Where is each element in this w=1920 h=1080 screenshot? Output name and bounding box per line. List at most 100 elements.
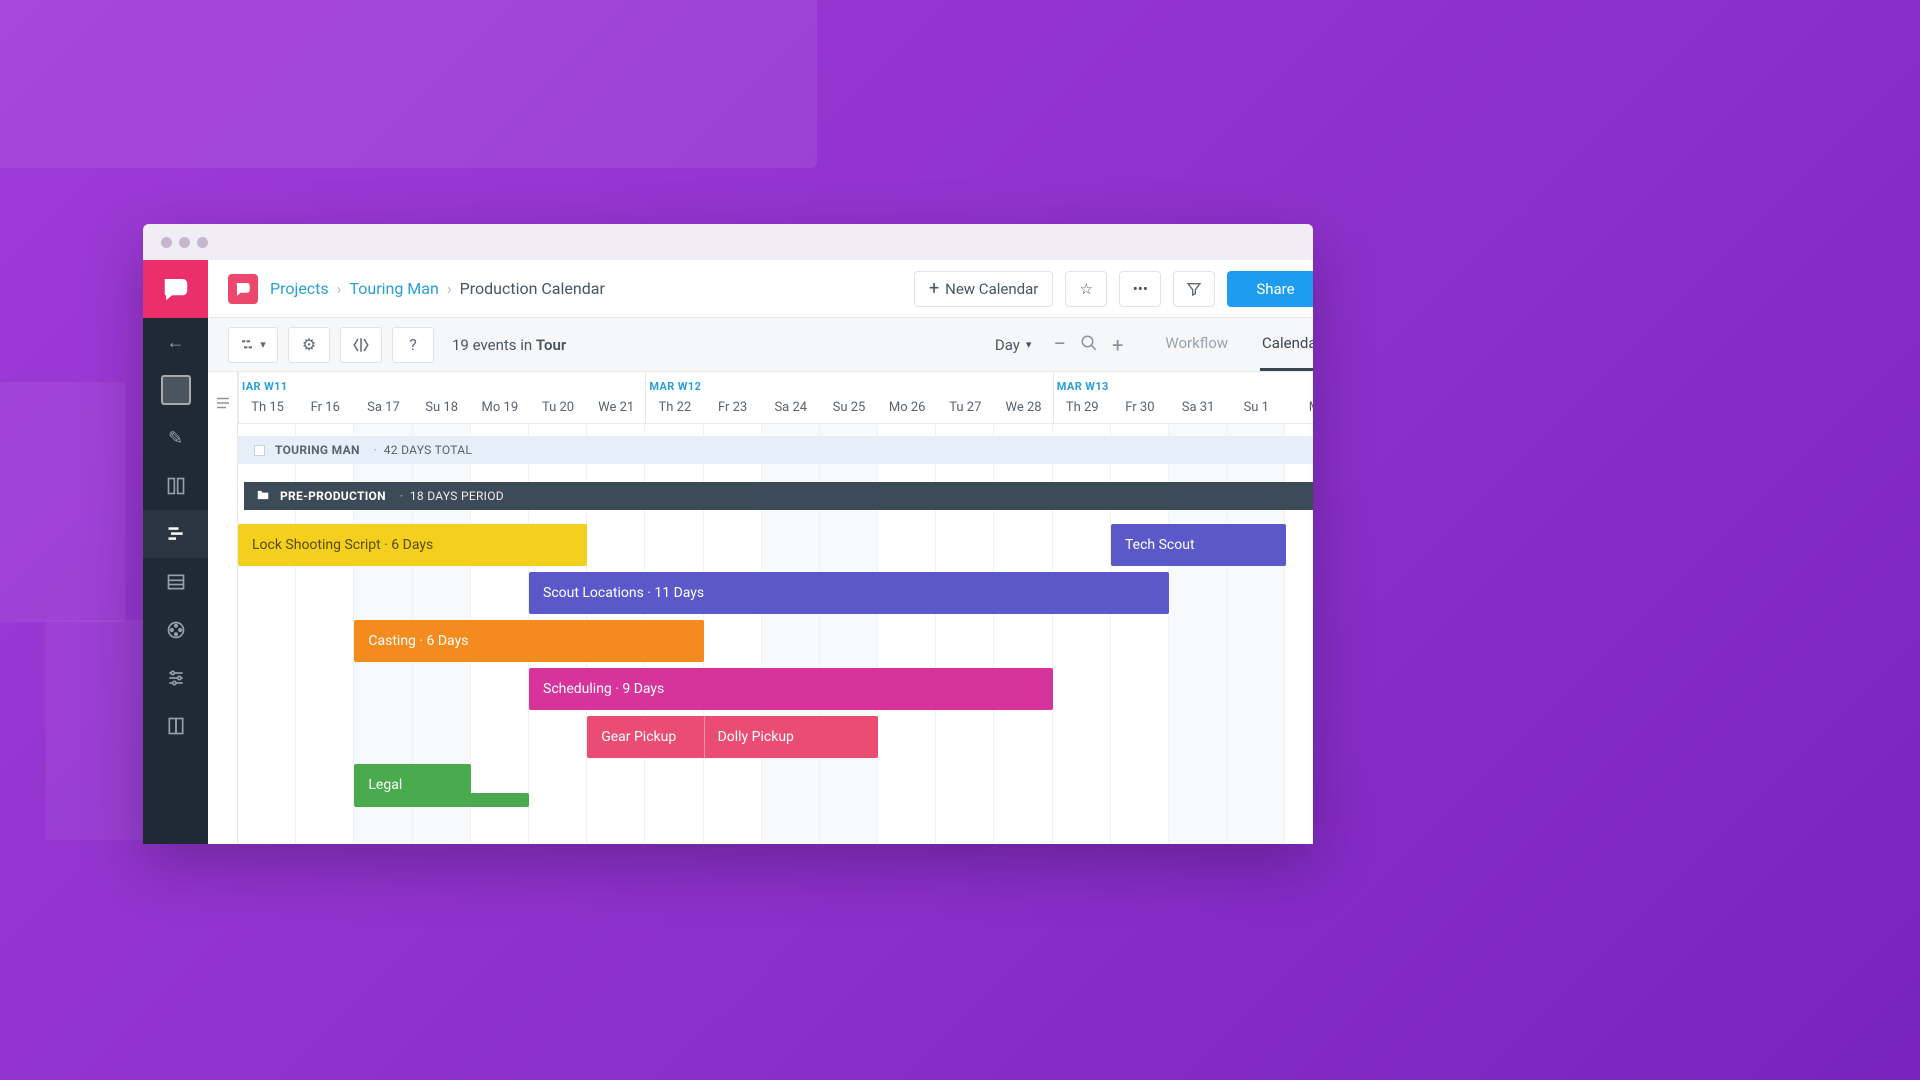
day-column[interactable]: Tu 20 — [529, 372, 587, 423]
project-summary-bar[interactable]: TOURING MAN · 42 DAYS TOTAL — [238, 436, 1313, 464]
event-label-secondary: Dolly Pickup — [718, 729, 794, 745]
hierarchy-icon — [240, 337, 256, 353]
filter-icon — [1186, 281, 1202, 297]
day-column[interactable]: M — [1285, 372, 1313, 423]
nav-edit-icon[interactable]: ✎ — [143, 414, 208, 462]
gantt-area[interactable]: TOURING MAN · 42 DAYS TOTAL PRE-PRODUCTI… — [238, 424, 1313, 844]
window-titlebar — [143, 224, 1313, 260]
window-zoom-dot[interactable] — [197, 237, 208, 248]
help-button[interactable]: ? — [392, 327, 434, 363]
event-bar[interactable]: Lock Shooting Script · 6 Days — [238, 524, 587, 566]
settings-button[interactable]: ⚙ — [288, 327, 330, 363]
hierarchy-button[interactable]: ▾ — [228, 327, 278, 363]
mini-brand-icon[interactable] — [228, 274, 258, 304]
day-column[interactable]: Sa 31 — [1169, 372, 1227, 423]
week-label: MAR W12 — [649, 380, 701, 393]
brand-logo[interactable] — [143, 260, 208, 318]
tab-workflow[interactable]: Workflow — [1163, 318, 1230, 371]
window-close-dot[interactable] — [161, 237, 172, 248]
share-button[interactable]: Share — [1227, 271, 1313, 307]
new-calendar-button[interactable]: + New Calendar — [914, 271, 1053, 307]
day-column[interactable]: Fr 16 — [296, 372, 354, 423]
view-tabs: Workflow Calendar — [1163, 318, 1313, 371]
collapse-icon — [352, 336, 370, 354]
app-content: ← ✎ — [143, 260, 1313, 844]
day-column[interactable]: Fr 30 — [1111, 372, 1169, 423]
bg-decoration-3 — [45, 620, 145, 840]
bg-decoration-1 — [0, 0, 817, 168]
zoom-in-button[interactable]: + — [1112, 333, 1123, 357]
scale-label: Day — [995, 336, 1020, 354]
zoom-out-button[interactable]: − — [1053, 332, 1066, 357]
timeline: Th 15Fr 16Sa 17Su 18Mo 19Tu 20We 21Th 22… — [208, 372, 1313, 844]
breadcrumb-root[interactable]: Projects — [270, 279, 329, 298]
event-bar[interactable]: Tech Scout — [1111, 524, 1286, 566]
nav-list-icon[interactable] — [143, 558, 208, 606]
event-split-divider — [704, 716, 705, 758]
events-count: 19 events in Tour — [452, 336, 566, 354]
nav-sliders-icon[interactable] — [143, 654, 208, 702]
breadcrumb-current: Production Calendar — [460, 279, 605, 298]
nav-boards-icon[interactable] — [143, 462, 208, 510]
magnifier-icon — [1080, 334, 1098, 352]
phase-title: PRE-PRODUCTION — [280, 489, 386, 503]
day-column[interactable]: Su 18 — [413, 372, 471, 423]
filter-button[interactable] — [1173, 271, 1215, 307]
help-icon: ? — [409, 335, 417, 354]
nav-project-thumb[interactable] — [143, 366, 208, 414]
day-column[interactable]: Sa 17 — [354, 372, 412, 423]
day-column[interactable]: Fr 23 — [704, 372, 762, 423]
gear-icon: ⚙ — [302, 335, 316, 354]
zoom-reset-button[interactable] — [1080, 334, 1098, 356]
phase-bar[interactable]: PRE-PRODUCTION · 18 DAYS PERIOD — [244, 482, 1313, 510]
chevron-down-icon: ▾ — [1026, 338, 1032, 351]
checkbox-icon[interactable] — [254, 445, 265, 456]
event-bar[interactable]: Scheduling · 9 Days — [529, 668, 1053, 710]
more-icon: ••• — [1133, 280, 1148, 298]
new-calendar-label: New Calendar — [945, 280, 1038, 298]
chevron-right-icon: › — [447, 279, 452, 298]
day-column[interactable]: We 21 — [587, 372, 645, 423]
collapse-button[interactable] — [340, 327, 382, 363]
timeline-body: Th 15Fr 16Sa 17Su 18Mo 19Tu 20We 21Th 22… — [238, 372, 1313, 844]
timeline-side-toggle[interactable] — [208, 372, 238, 844]
toolbar: ▾ ⚙ ? 19 events in Tour Day ▾ − + — [208, 318, 1313, 372]
event-bar[interactable] — [354, 793, 529, 807]
nav-gantt-icon[interactable] — [143, 510, 208, 558]
chevron-down-icon: ▾ — [260, 338, 266, 351]
plus-icon: + — [929, 278, 939, 299]
window-minimize-dot[interactable] — [179, 237, 190, 248]
event-bar[interactable]: Gear PickupDolly Pickup — [587, 716, 878, 758]
app-window: ← ✎ — [143, 224, 1313, 844]
star-icon: ☆ — [1080, 280, 1093, 298]
day-column[interactable]: We 28 — [994, 372, 1052, 423]
bg-decoration-2 — [0, 382, 125, 622]
day-column[interactable]: Sa 24 — [762, 372, 820, 423]
day-column[interactable]: Su 1 — [1227, 372, 1285, 423]
nav-reel-icon[interactable] — [143, 606, 208, 654]
event-bar[interactable]: Casting · 6 Days — [354, 620, 703, 662]
page-header: Projects › Touring Man › Production Cale… — [208, 260, 1313, 318]
more-button[interactable]: ••• — [1119, 271, 1161, 307]
week-label: IAR W11 — [242, 380, 288, 393]
phase-meta: 18 DAYS PERIOD — [410, 489, 504, 503]
favorite-button[interactable]: ☆ — [1065, 271, 1107, 307]
nav-pages-icon[interactable] — [143, 702, 208, 750]
share-label: Share — [1256, 280, 1294, 298]
zoom-controls: − + — [1053, 332, 1123, 357]
day-column[interactable]: Mo 19 — [471, 372, 529, 423]
nav-back-icon[interactable]: ← — [143, 318, 208, 366]
left-nav: ← ✎ — [143, 260, 208, 844]
main-panel: Projects › Touring Man › Production Cale… — [208, 260, 1313, 844]
dot-sep: · — [400, 489, 410, 503]
chevron-right-icon: › — [337, 279, 342, 298]
events-context: Tour — [536, 336, 566, 354]
day-column[interactable]: Mo 26 — [878, 372, 936, 423]
day-column[interactable]: Tu 27 — [936, 372, 994, 423]
breadcrumb-project[interactable]: Touring Man — [349, 279, 438, 298]
day-column[interactable]: Su 25 — [820, 372, 878, 423]
tab-calendar[interactable]: Calendar — [1260, 318, 1313, 371]
scale-dropdown[interactable]: Day ▾ — [995, 336, 1032, 354]
event-bar[interactable]: Scout Locations · 11 Days — [529, 572, 1169, 614]
dot-sep: · — [374, 443, 384, 457]
